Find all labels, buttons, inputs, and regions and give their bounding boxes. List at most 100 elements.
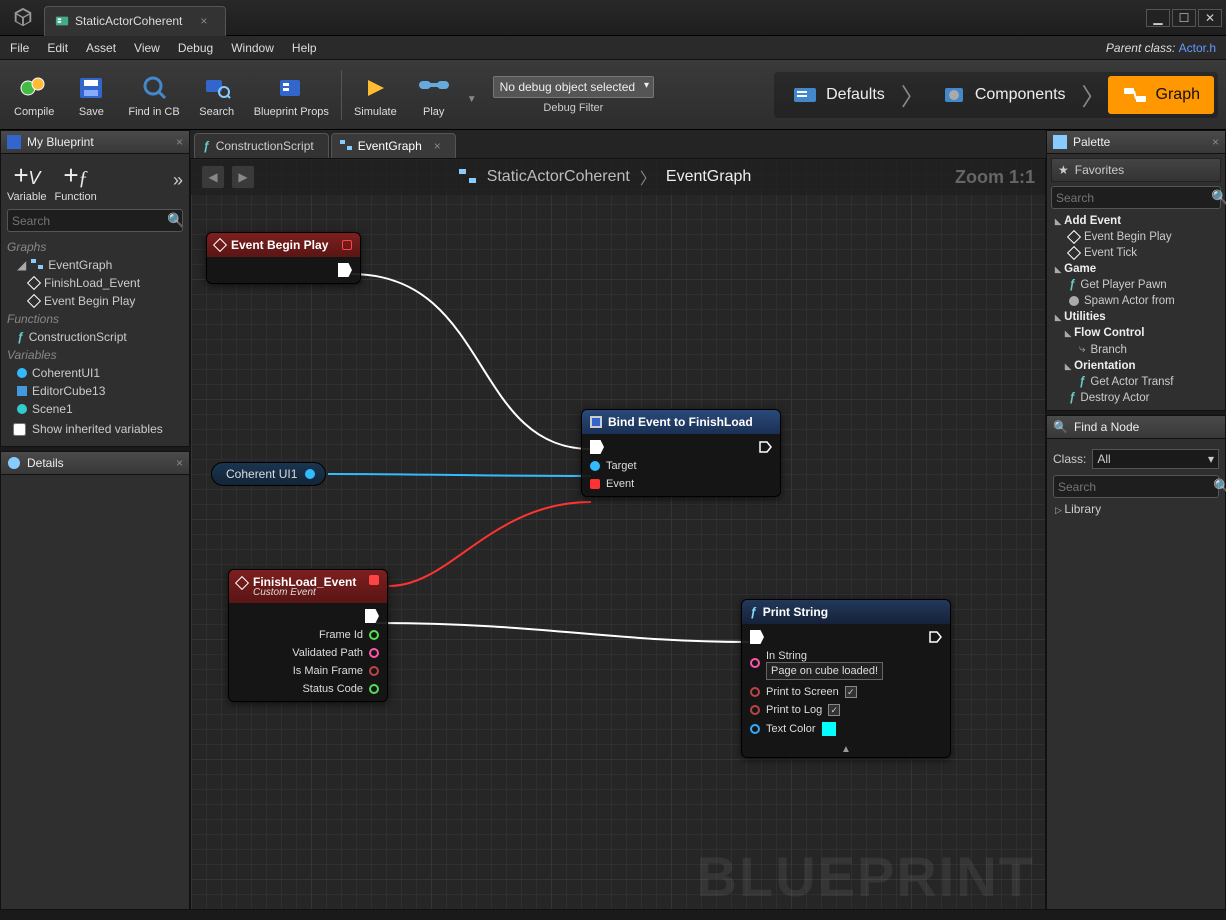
pcat-utilities[interactable]: Utilities (1051, 309, 1221, 325)
close-icon[interactable]: × (434, 139, 441, 153)
search-button[interactable]: Search (192, 68, 242, 122)
close-icon[interactable]: × (176, 456, 183, 470)
pitem-tick[interactable]: Event Tick (1051, 245, 1221, 261)
find-in-cb-button[interactable]: Find in CB (122, 68, 185, 122)
delegate-pin[interactable] (369, 575, 379, 585)
blueprint-props-button[interactable]: Blueprint Props (248, 68, 335, 122)
node-bind-event[interactable]: Bind Event to FinishLoad Target Event (581, 409, 781, 497)
add-variable-button[interactable]: +V Variable (7, 160, 47, 203)
close-icon[interactable]: × (200, 14, 207, 28)
findnode-search[interactable]: 🔍 (1053, 475, 1219, 498)
tree-var-coherent[interactable]: CoherentUI1 (7, 364, 183, 382)
expand-icon[interactable]: » (173, 160, 183, 191)
menu-debug[interactable]: Debug (178, 41, 213, 55)
pitem-spawn[interactable]: Spawn Actor from (1051, 293, 1221, 309)
pitem-branch[interactable]: ⤷Branch (1051, 341, 1221, 358)
pitem-get-pawn[interactable]: ƒGet Player Pawn (1051, 277, 1221, 293)
close-button[interactable]: ✕ (1198, 9, 1222, 27)
exec-in-pin[interactable] (750, 630, 764, 644)
pitem-destroy[interactable]: ƒDestroy Actor (1051, 390, 1221, 406)
pcat-add-event[interactable]: Add Event (1051, 213, 1221, 229)
mode-graph[interactable]: Graph (1108, 76, 1214, 114)
play-dropdown-icon[interactable]: ▼ (465, 84, 479, 105)
tree-var-scene[interactable]: Scene1 (7, 400, 183, 418)
pcat-game[interactable]: Game (1051, 261, 1221, 277)
output-pin[interactable] (369, 684, 379, 694)
tree-beginplay[interactable]: Event Begin Play (7, 292, 183, 310)
menu-view[interactable]: View (134, 41, 160, 55)
show-inherited-checkbox[interactable] (13, 423, 26, 436)
pcat-flow[interactable]: Flow Control (1051, 325, 1221, 341)
output-pin[interactable] (369, 648, 379, 658)
pitem-label: Event Begin Play (1084, 231, 1172, 243)
pitem-label: Branch (1090, 344, 1126, 356)
close-icon[interactable]: × (1212, 135, 1219, 149)
function-icon: ƒ (1079, 376, 1085, 388)
mode-components[interactable]: Components (927, 76, 1080, 114)
menu-file[interactable]: File (10, 41, 29, 55)
play-button[interactable]: Play (409, 68, 459, 122)
delegate-pin[interactable] (342, 240, 352, 250)
debug-object-combo[interactable]: No debug object selected (493, 76, 654, 98)
tree-eventgraph[interactable]: ◢ EventGraph (7, 256, 183, 274)
pitem-begin-play[interactable]: Event Begin Play (1051, 229, 1221, 245)
favorites-header[interactable]: ★ Favorites (1051, 158, 1221, 182)
title-tab[interactable]: StaticActorCoherent × (44, 6, 226, 36)
node-print-string[interactable]: ƒ Print String In String Page on cube lo… (741, 599, 951, 758)
node-event-begin-play[interactable]: Event Begin Play (206, 232, 361, 284)
pcat-orientation[interactable]: Orientation (1051, 358, 1221, 374)
breadcrumb-root[interactable]: StaticActorCoherent (487, 168, 630, 186)
myblueprint-search[interactable]: 🔍 (7, 209, 183, 232)
maximize-button[interactable]: ☐ (1172, 9, 1196, 27)
exec-out-pin[interactable] (365, 609, 379, 623)
palette-search[interactable]: 🔍 (1051, 186, 1221, 209)
save-button[interactable]: Save (66, 68, 116, 122)
node-finishload-event[interactable]: FinishLoad_Event Custom Event Frame Id V… (228, 569, 388, 702)
menu-help[interactable]: Help (292, 41, 317, 55)
parent-class-link[interactable]: Actor.h (1179, 41, 1216, 55)
output-pin[interactable] (369, 666, 379, 676)
tree-finishload[interactable]: FinishLoad_Event (7, 274, 183, 292)
in-string-input[interactable]: Page on cube loaded! (766, 662, 883, 680)
class-combo[interactable]: All (1092, 449, 1219, 469)
findnode-search-input[interactable] (1058, 480, 1213, 494)
palette-search-input[interactable] (1056, 191, 1211, 205)
input-pin[interactable] (750, 705, 760, 715)
myblueprint-search-input[interactable] (12, 214, 167, 228)
collapse-icon[interactable]: ▲ (742, 742, 950, 757)
nav-back-button[interactable]: ◀ (201, 165, 225, 189)
input-pin[interactable] (750, 724, 760, 734)
mode-defaults[interactable]: Defaults (778, 76, 899, 114)
target-pin[interactable] (590, 461, 600, 471)
exec-in-pin[interactable] (590, 440, 604, 454)
pitem-get-transform[interactable]: ƒGet Actor Transf (1051, 374, 1221, 390)
text-color-swatch[interactable] (822, 722, 836, 736)
output-pin[interactable] (305, 469, 315, 479)
tree-constructionscript[interactable]: ƒConstructionScript (7, 328, 183, 346)
menu-edit[interactable]: Edit (47, 41, 68, 55)
add-function-button[interactable]: +ƒ Function (55, 160, 97, 203)
menu-asset[interactable]: Asset (86, 41, 116, 55)
library-tree[interactable]: ▷ Library (1053, 498, 1219, 520)
exec-out-pin[interactable] (338, 263, 352, 277)
close-icon[interactable]: × (176, 135, 183, 149)
compile-button[interactable]: Compile (8, 68, 60, 122)
minimize-button[interactable]: ▁ (1146, 9, 1170, 27)
nav-forward-button[interactable]: ▶ (231, 165, 255, 189)
tab-eventgraph[interactable]: EventGraph × (331, 133, 456, 158)
input-pin[interactable] (750, 687, 760, 697)
exec-out-pin[interactable] (758, 440, 772, 454)
event-pin[interactable] (590, 479, 600, 489)
print-screen-checkbox[interactable]: ✓ (845, 686, 857, 698)
simulate-button[interactable]: Simulate (348, 68, 403, 122)
exec-out-pin[interactable] (928, 630, 942, 644)
tree-var-cube[interactable]: EditorCube13 (7, 382, 183, 400)
output-pin[interactable] (369, 630, 379, 640)
graph-canvas[interactable]: ◀ ▶ StaticActorCoherent 〉 EventGraph Zoo… (190, 158, 1046, 910)
print-log-checkbox[interactable]: ✓ (828, 704, 840, 716)
tab-constructionscript[interactable]: ƒ ConstructionScript (194, 133, 329, 158)
breadcrumb-leaf[interactable]: EventGraph (666, 168, 751, 186)
node-variable-coherent[interactable]: Coherent UI1 (211, 462, 326, 486)
menu-window[interactable]: Window (231, 41, 274, 55)
input-pin[interactable] (750, 658, 760, 668)
